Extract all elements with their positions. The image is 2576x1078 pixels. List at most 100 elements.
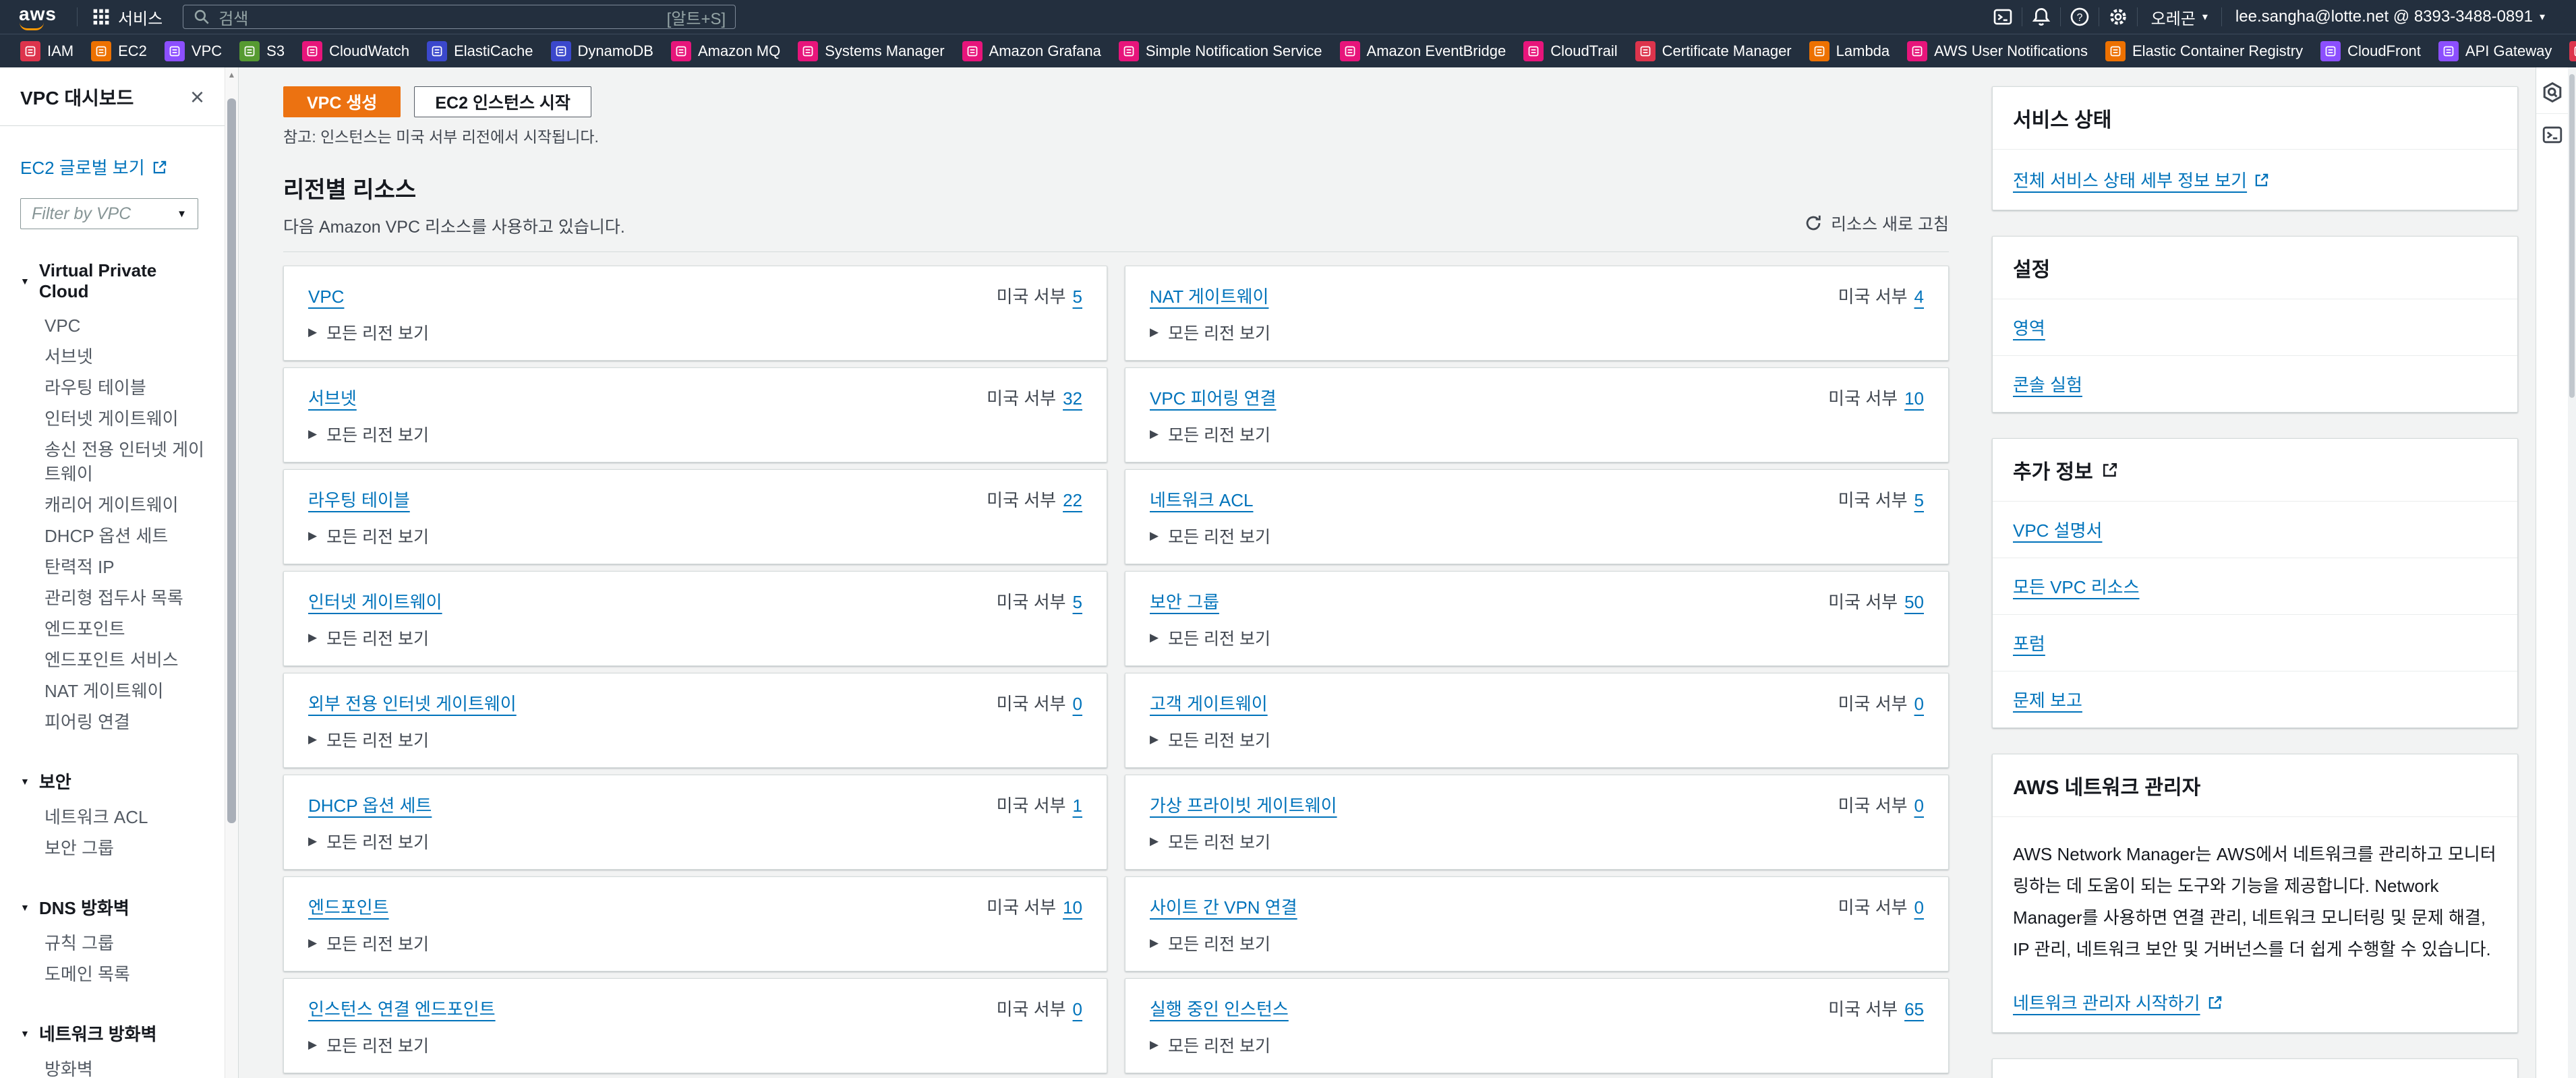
favorite-amazon-grafana[interactable]: Amazon Grafana (962, 41, 1101, 61)
favorite-ec2[interactable]: EC2 (91, 41, 147, 61)
favorite-cloudtrail[interactable]: CloudTrail (1523, 41, 1617, 61)
favorite-simple-notification-service[interactable]: Simple Notification Service (1119, 41, 1322, 61)
resource-count-link[interactable]: 50 (1904, 592, 1924, 613)
favorite-api-gateway[interactable]: API Gateway (2438, 41, 2552, 61)
sidebar-item-nat-게이트웨이[interactable]: NAT 게이트웨이 (20, 676, 207, 707)
refresh-resources-button[interactable]: 리소스 새로 고침 (1804, 211, 1949, 235)
favorite-s3[interactable]: S3 (239, 41, 285, 61)
resource-count-link[interactable]: 0 (1914, 796, 1924, 816)
favorite-lambda[interactable]: Lambda (1809, 41, 1890, 61)
resource-link[interactable]: 라우팅 테이블 (308, 487, 410, 512)
resource-link[interactable]: 실행 중인 인스턴스 (1150, 996, 1289, 1021)
see-all-regions-expander[interactable]: ▶모든 리전 보기 (308, 931, 1082, 955)
launch-ec2-instance-button[interactable]: EC2 인스턴스 시작 (414, 86, 591, 117)
see-all-regions-expander[interactable]: ▶모든 리전 보기 (1150, 626, 1924, 650)
favorite-iam[interactable]: IAM (20, 41, 74, 61)
favorite-amazon-mq[interactable]: Amazon MQ (671, 41, 780, 61)
resource-link[interactable]: VPC 피어링 연결 (1150, 385, 1277, 410)
sidebar-item-캐리어-게이트웨이[interactable]: 캐리어 게이트웨이 (20, 489, 207, 520)
see-all-regions-expander[interactable]: ▶모든 리전 보기 (1150, 320, 1924, 345)
favorite-vpc[interactable]: VPC (165, 41, 222, 61)
sidebar-item-vpc[interactable]: VPC (20, 310, 207, 341)
favorite-elastic-container-registry[interactable]: Elastic Container Registry (2105, 41, 2303, 61)
services-menu-button[interactable]: 서비스 (92, 5, 163, 29)
favorite-cloudwatch[interactable]: CloudWatch (302, 41, 409, 61)
sidebar-item-엔드포인트-서비스[interactable]: 엔드포인트 서비스 (20, 645, 207, 676)
sidebar-item-엔드포인트[interactable]: 엔드포인트 (20, 613, 207, 645)
resource-count-link[interactable]: 10 (1063, 897, 1082, 918)
sidebar-item-dhcp-옵션-세트[interactable]: DHCP 옵션 세트 (20, 520, 207, 551)
sidebar-item-도메인-목록[interactable]: 도메인 목록 (20, 959, 207, 990)
resource-count-link[interactable]: 65 (1904, 999, 1924, 1020)
panel-link-콘솔-실험[interactable]: 콘솔 실험 (1993, 355, 2517, 412)
resource-link[interactable]: 인터넷 게이트웨이 (308, 589, 442, 613)
sidebar-item-관리형-접두사-목록[interactable]: 관리형 접두사 목록 (20, 582, 207, 613)
panel-link-영역[interactable]: 영역 (1993, 299, 2517, 355)
search-input[interactable]: 검색 [알트+S] (183, 5, 736, 29)
page-scrollbar-thumb[interactable] (2569, 74, 2575, 398)
aws-logo[interactable]: aws (18, 2, 62, 32)
favorite-cloudfront[interactable]: CloudFront (2320, 41, 2421, 61)
sidebar-item-서브넷[interactable]: 서브넷 (20, 341, 207, 372)
amazon-q-button[interactable] (2536, 74, 2569, 111)
see-all-regions-expander[interactable]: ▶모든 리전 보기 (308, 1033, 1082, 1057)
sidebar-item-네트워크-acl[interactable]: 네트워크 ACL (20, 802, 207, 833)
sidebar-item-탄력적-ip[interactable]: 탄력적 IP (20, 551, 207, 582)
panel-link-문제-보고[interactable]: 문제 보고 (1993, 671, 2517, 727)
favorite-systems-manager[interactable]: Systems Manager (798, 41, 944, 61)
resource-link[interactable]: NAT 게이트웨이 (1150, 283, 1268, 308)
page-scrollbar[interactable] (2568, 67, 2576, 1078)
sidebar-section-네트워크-방화벽[interactable]: ▼네트워크 방화벽 (20, 1021, 207, 1046)
favorite-amazon-eventbridge[interactable]: Amazon EventBridge (1340, 41, 1506, 61)
sidebar-item-인터넷-게이트웨이[interactable]: 인터넷 게이트웨이 (20, 403, 207, 434)
resource-count-link[interactable]: 4 (1914, 287, 1924, 307)
resource-count-link[interactable]: 0 (1914, 897, 1924, 918)
resource-link[interactable]: 엔드포인트 (308, 894, 389, 919)
cloudshell-rail-button[interactable] (2536, 117, 2569, 153)
sidebar-item-피어링-연결[interactable]: 피어링 연결 (20, 707, 207, 738)
resource-count-link[interactable]: 0 (1073, 999, 1082, 1020)
see-all-regions-expander[interactable]: ▶모든 리전 보기 (1150, 829, 1924, 854)
resource-link[interactable]: 외부 전용 인터넷 게이트웨이 (308, 690, 517, 715)
resource-count-link[interactable]: 0 (1914, 694, 1924, 715)
resource-link[interactable]: 네트워크 ACL (1150, 487, 1253, 512)
favorite-iam-identity-center[interactable]: IAM Identity Center (2569, 41, 2576, 61)
sidebar-section-virtual-private-cloud[interactable]: ▼Virtual Private Cloud (20, 260, 207, 302)
favorite-dynamodb[interactable]: DynamoDB (551, 41, 653, 61)
resource-count-link[interactable]: 10 (1904, 388, 1924, 409)
see-all-regions-expander[interactable]: ▶모든 리전 보기 (308, 422, 1082, 446)
close-icon[interactable]: × (190, 85, 204, 109)
resource-link[interactable]: 고객 게이트웨이 (1150, 690, 1268, 715)
see-all-regions-expander[interactable]: ▶모든 리전 보기 (308, 626, 1082, 650)
resource-link[interactable]: 가상 프라이빗 게이트웨이 (1150, 792, 1337, 817)
scrollbar-up-arrow-icon[interactable]: ▲ (225, 67, 238, 82)
see-all-regions-expander[interactable]: ▶모든 리전 보기 (1150, 931, 1924, 955)
panel-link-포럼[interactable]: 포럼 (1993, 614, 2517, 671)
resource-link[interactable]: DHCP 옵션 세트 (308, 792, 432, 817)
see-all-regions-expander[interactable]: ▶모든 리전 보기 (1150, 727, 1924, 752)
get-started-network-manager-link[interactable]: 네트워크 관리자 시작하기 (2013, 990, 2223, 1015)
resource-link[interactable]: VPC (308, 287, 344, 307)
see-all-regions-expander[interactable]: ▶모든 리전 보기 (308, 320, 1082, 345)
sidebar-item-방화벽[interactable]: 방화벽 (20, 1054, 207, 1078)
sidebar-scrollbar[interactable]: ▲ (225, 67, 238, 1078)
favorite-elasticache[interactable]: ElastiCache (427, 41, 533, 61)
panel-link-vpc-설명서[interactable]: VPC 설명서 (1993, 502, 2517, 558)
resource-count-link[interactable]: 5 (1914, 490, 1924, 511)
filter-by-vpc-select[interactable]: Filter by VPC ▼ (20, 198, 198, 229)
help-button[interactable]: ? (2061, 0, 2099, 34)
account-menu[interactable]: lee.sangha@lotte.net @ 8393-3488-0891 ▾ (2222, 7, 2558, 26)
resource-link[interactable]: 보안 그룹 (1150, 589, 1219, 613)
resource-count-link[interactable]: 0 (1073, 694, 1082, 715)
see-all-regions-expander[interactable]: ▶모든 리전 보기 (1150, 422, 1924, 446)
resource-link[interactable]: 인스턴스 연결 엔드포인트 (308, 996, 496, 1021)
create-vpc-button[interactable]: VPC 생성 (283, 86, 401, 117)
service-health-details-link[interactable]: 전체 서비스 상태 세부 정보 보기 (2013, 167, 2270, 192)
see-all-regions-expander[interactable]: ▶모든 리전 보기 (308, 727, 1082, 752)
cloudshell-button[interactable] (1984, 0, 2022, 34)
sidebar-item-송신-전용-인터넷-게이트웨이[interactable]: 송신 전용 인터넷 게이트웨이 (20, 434, 207, 489)
region-selector[interactable]: 오레곤 ▾ (2138, 5, 2221, 29)
resource-link[interactable]: 서브넷 (308, 385, 357, 410)
resource-count-link[interactable]: 32 (1063, 388, 1082, 409)
resource-count-link[interactable]: 22 (1063, 490, 1082, 511)
